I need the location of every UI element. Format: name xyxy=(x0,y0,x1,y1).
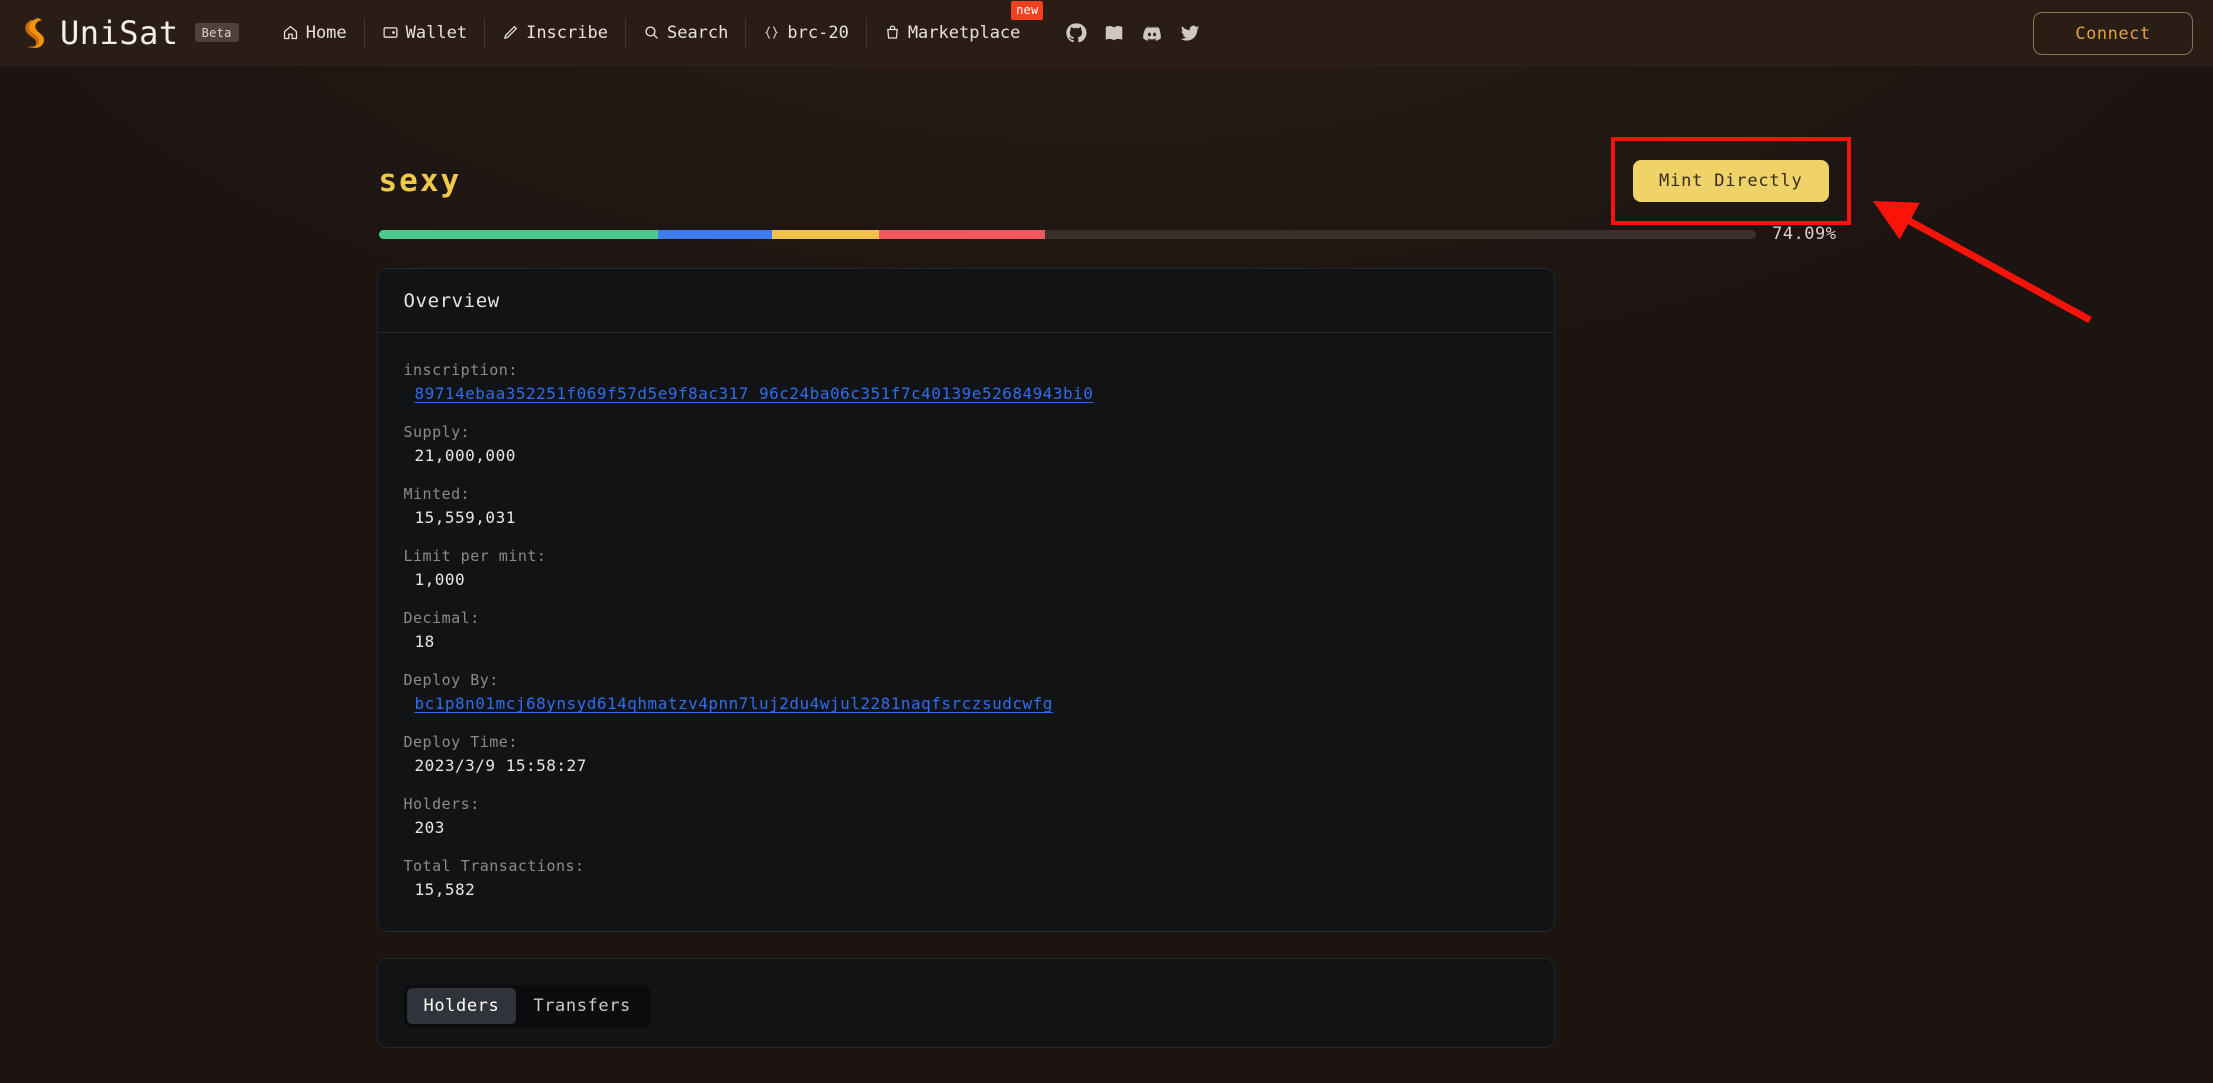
social-links xyxy=(1065,22,1201,44)
progress-segment-green xyxy=(378,229,658,239)
nav-item-marketplace[interactable]: Marketplace new xyxy=(865,0,1044,48)
overview-field-value: 21,000,000 xyxy=(414,446,516,465)
mint-progress-bar xyxy=(378,229,1757,239)
page-root: UniSat Beta Home Wallet Inscribe Search … xyxy=(0,0,2213,1083)
mint-button-wrapper: Mint Directly xyxy=(1611,137,1851,225)
tab-transfers[interactable]: Transfers xyxy=(516,988,648,1024)
overview-field-label: Limit per mint: xyxy=(403,547,547,565)
nav-item-search-label: Search xyxy=(666,22,729,43)
overview-field-label: Holders: xyxy=(403,795,480,813)
overview-field-label: Deploy By: xyxy=(403,671,499,689)
brand-name: UniSat xyxy=(60,13,179,52)
nav-item-wallet[interactable]: Wallet xyxy=(363,17,484,48)
overview-field-value: 18 xyxy=(414,632,435,651)
overview-field-link[interactable]: 89714ebaa352251f069f57d5e9f8ac317 96c24b… xyxy=(404,384,1094,403)
book-icon[interactable] xyxy=(1103,22,1125,44)
overview-field-value: 15,582 xyxy=(414,880,476,899)
annotation-arrow xyxy=(1872,200,2092,324)
nav-item-home-label: Home xyxy=(305,22,347,43)
page-title: sexy xyxy=(378,163,462,199)
overview-field-label: Minted: xyxy=(403,485,471,503)
nav-item-inscribe-label: Inscribe xyxy=(526,22,608,43)
overview-field: inscription: 89714ebaa352251f069f57d5e9f8… xyxy=(404,361,1528,403)
wallet-icon xyxy=(382,24,399,41)
progress-segment-blue xyxy=(657,229,772,239)
brand-logo-group[interactable]: UniSat Beta xyxy=(18,14,239,52)
overview-field-label: Supply: xyxy=(403,423,471,441)
nav-links: Home Wallet Inscribe Search brc-20 Marke… xyxy=(265,0,1044,65)
overview-field: Decimal: 18 xyxy=(404,609,1528,651)
nav-item-marketplace-label: Marketplace xyxy=(907,22,1021,43)
nav-item-wallet-label: Wallet xyxy=(405,22,468,43)
overview-field: Supply: 21,000,000 xyxy=(404,423,1528,465)
nav-item-inscribe[interactable]: Inscribe xyxy=(484,17,625,48)
new-badge: new xyxy=(1011,0,1044,20)
overview-field-label: inscription: xyxy=(403,361,518,379)
overview-card: Overview inscription: 89714ebaa352251f069… xyxy=(376,268,1555,932)
progress-segment-red xyxy=(878,229,1045,239)
overview-fields: inscription: 89714ebaa352251f069f57d5e9f8… xyxy=(378,333,1554,931)
overview-field: Minted: 15,559,031 xyxy=(404,485,1528,527)
nav-item-brc20-label: brc-20 xyxy=(787,22,849,43)
nav-item-home[interactable]: Home xyxy=(265,18,364,48)
mint-directly-button[interactable]: Mint Directly xyxy=(1633,160,1829,202)
discord-icon[interactable] xyxy=(1141,22,1163,44)
nav-item-search[interactable]: Search xyxy=(624,17,745,48)
overview-field-label: Total Transactions: xyxy=(403,857,585,875)
progress-segment-yellow xyxy=(771,229,879,239)
braces-icon xyxy=(763,24,780,41)
overview-field: Holders: 203 xyxy=(404,795,1528,837)
github-icon[interactable] xyxy=(1065,22,1087,44)
mint-progress-percent: 74.09% xyxy=(1772,224,1837,244)
overview-field-value: 1,000 xyxy=(414,570,466,589)
home-icon xyxy=(282,24,299,41)
overview-field-value: 2023/3/9 15:58:27 xyxy=(414,756,587,775)
pencil-icon xyxy=(502,24,519,41)
unisat-logo-icon xyxy=(18,16,50,50)
overview-heading: Overview xyxy=(377,269,1554,333)
nav-item-brc20[interactable]: brc-20 xyxy=(745,17,865,48)
search-icon xyxy=(643,24,660,41)
bottom-tabs: Holders Transfers xyxy=(403,985,651,1027)
twitter-icon[interactable] xyxy=(1179,22,1201,44)
overview-field-value: 15,559,031 xyxy=(414,508,516,527)
top-navbar: UniSat Beta Home Wallet Inscribe Search … xyxy=(0,0,2213,66)
overview-field-label: Decimal: xyxy=(403,609,480,627)
overview-field-label: Deploy Time: xyxy=(403,733,518,751)
tab-holders[interactable]: Holders xyxy=(406,988,517,1024)
beta-badge: Beta xyxy=(194,23,239,42)
holders-transfers-card: Holders Transfers xyxy=(376,958,1555,1048)
overview-field: Deploy Time: 2023/3/9 15:58:27 xyxy=(404,733,1528,775)
connect-button[interactable]: Connect xyxy=(2033,12,2193,55)
token-title-row: sexy Mint Directly xyxy=(377,137,1851,225)
mint-progress-row: 74.09% xyxy=(377,224,1837,244)
main-content: sexy Mint Directly 74.09% Overview inscr… xyxy=(376,66,1851,1048)
overview-field: Limit per mint: 1,000 xyxy=(404,547,1528,589)
overview-field-link[interactable]: bc1p8n01mcj68ynsyd614qhmatzv4pnn7luj2du4… xyxy=(404,694,1053,713)
overview-field-value: 203 xyxy=(414,818,445,837)
bag-icon xyxy=(884,24,901,41)
overview-field: Total Transactions: 15,582 xyxy=(404,857,1528,899)
overview-field: Deploy By: bc1p8n01mcj68ynsyd614qhmatzv4p… xyxy=(404,671,1528,713)
